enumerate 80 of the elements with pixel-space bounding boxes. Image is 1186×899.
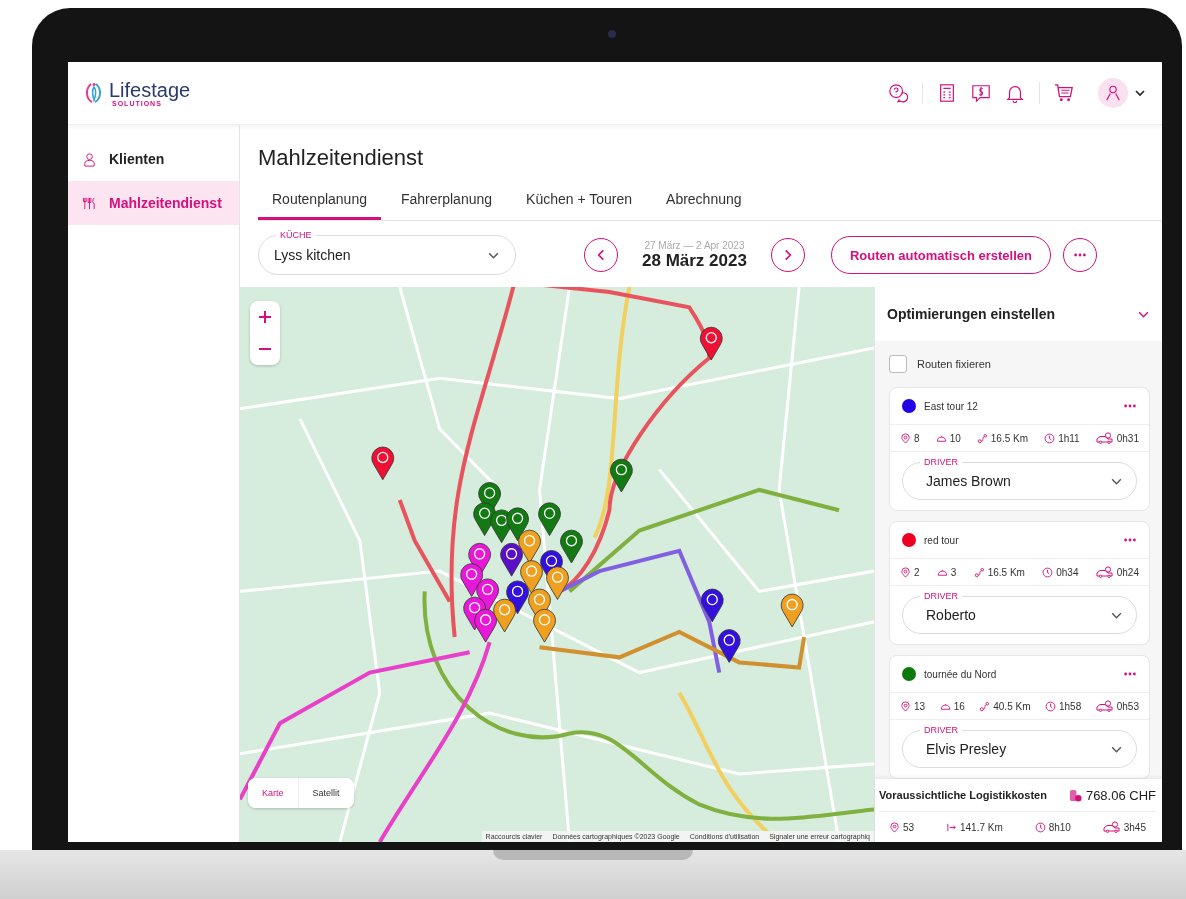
distance-icon: [945, 821, 957, 833]
bell-icon[interactable]: [1005, 83, 1025, 103]
car-clock-icon: [1095, 432, 1114, 444]
calculator-icon[interactable]: [937, 83, 957, 103]
person-icon: [82, 151, 97, 167]
tour-stat: 0h31: [1116, 432, 1139, 444]
total-stat: 53: [903, 821, 915, 833]
more-icon[interactable]: [1123, 403, 1137, 409]
plus-icon: [258, 310, 272, 324]
map-type-tab[interactable]: Satellit: [298, 778, 354, 808]
previous-button[interactable]: [584, 238, 618, 272]
location-pin-icon: [900, 566, 911, 578]
driver-select[interactable]: DRIVER James Brown: [902, 455, 1137, 500]
clock-icon: [1044, 432, 1056, 444]
clock-icon: [1034, 821, 1046, 833]
total-stat: 3h45: [1123, 821, 1146, 833]
total-stat: 141.7 Km: [959, 821, 1003, 833]
car-clock-icon: [1095, 700, 1114, 712]
tab[interactable]: Küchen + Touren: [512, 185, 647, 220]
tour-stat: 40.5 Km: [993, 700, 1031, 712]
chevron-down-icon[interactable]: [1134, 87, 1146, 99]
clock-icon: [1045, 700, 1056, 712]
car-clock-icon: [1095, 566, 1114, 578]
sidebar-item[interactable]: Klienten: [68, 137, 239, 181]
route-icon: [976, 432, 988, 444]
location-pin-icon: [900, 432, 911, 444]
next-button[interactable]: [770, 238, 805, 272]
route-icon: [973, 566, 985, 578]
tab[interactable]: Abrechnung: [652, 185, 756, 220]
user-avatar[interactable]: [1098, 78, 1128, 108]
tour-name: tournée du Nord: [924, 668, 998, 680]
more-icon[interactable]: [1123, 537, 1137, 543]
tour-stat: 10: [949, 432, 961, 444]
auto-create-routes-button[interactable]: Routen automatisch erstellen: [830, 236, 1051, 274]
route-icon: [979, 700, 991, 712]
driver-select[interactable]: DRIVER Elvis Presley: [902, 723, 1137, 768]
clock-icon: [1042, 566, 1054, 578]
panel-title: Optimierungen einstellen: [887, 306, 1056, 322]
tour-name: East tour 12: [924, 400, 979, 412]
checkbox-label: Routen fixieren: [917, 358, 991, 370]
person-icon: [1104, 84, 1122, 102]
location-pin-icon: [889, 821, 900, 833]
tour-stat: 16.5 Km: [987, 566, 1025, 578]
page-title: Mahlzeitendienst: [258, 145, 425, 171]
total-stat: 8h10: [1048, 821, 1071, 833]
more-icon: [1072, 252, 1087, 258]
date-range: 27 März — 2 Apr 2023: [644, 239, 745, 251]
help-chat-icon[interactable]: [888, 83, 908, 103]
camera-dot: [608, 30, 616, 38]
tour-stat: 3: [950, 566, 957, 578]
car-clock-icon: [1102, 821, 1121, 833]
tour-stat: 8: [914, 432, 920, 444]
more-button[interactable]: [1062, 238, 1097, 272]
tour-stat: 0h34: [1056, 566, 1079, 578]
tour-stat: 16.5 Km: [990, 432, 1029, 444]
cutlery-icon: [82, 195, 97, 211]
tour-stat: 0h53: [1116, 700, 1139, 712]
logo-name: Lifestage: [109, 79, 191, 100]
more-icon[interactable]: [1123, 671, 1137, 677]
checkbox[interactable]: [889, 355, 907, 373]
tour-name: red tour: [924, 534, 960, 546]
map-type-tab[interactable]: Karte: [248, 778, 299, 808]
cost-label: Voraussichtliche Logistikkosten: [879, 789, 1047, 801]
tour-stat: 0h24: [1116, 566, 1139, 578]
tour-stat: 16: [953, 700, 965, 712]
tab[interactable]: Fahrerplanung: [387, 185, 507, 220]
cart-icon[interactable]: [1054, 83, 1074, 103]
tab[interactable]: Routenplanung: [258, 185, 381, 220]
cost-amount: 768.06 CHF: [1085, 787, 1156, 803]
coins-icon: [1068, 788, 1082, 802]
tour-stat: 1h58: [1059, 700, 1082, 712]
location-pin-icon: [900, 700, 911, 712]
kitchen-select[interactable]: KÜCHE Lyss kitchen: [258, 228, 516, 275]
driver-select[interactable]: DRIVER Roberto: [902, 589, 1137, 634]
tour-stat: 13: [914, 700, 926, 712]
selected-date: 28 März 2023: [642, 250, 747, 271]
tour-stat: 2: [914, 566, 920, 578]
tour-stat: 1h11: [1058, 432, 1080, 444]
money-chat-icon[interactable]: [971, 83, 991, 103]
sidebar-item[interactable]: Mahlzeitendienst: [68, 181, 239, 225]
